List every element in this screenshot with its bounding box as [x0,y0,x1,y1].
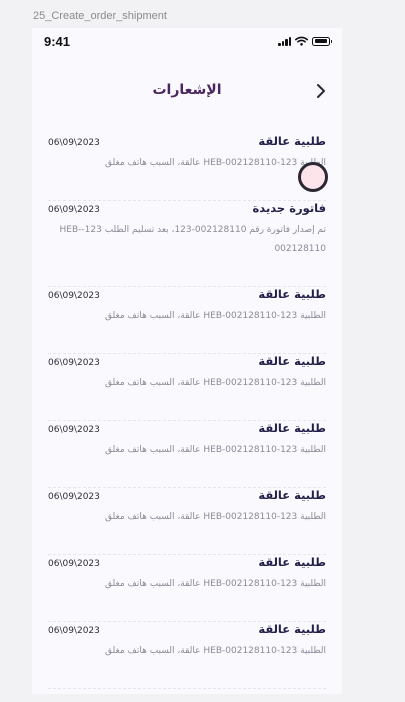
notification-head: طلبية عالقة 06\09\2023 [48,134,326,148]
notification-date: 06\09\2023 [48,358,100,368]
battery-icon [312,36,332,46]
notification-body: الطلبية 123-HEB-002128110 عالقة، السبب ه… [105,512,326,522]
notification-body: الطلبية 123-HEB-002128110 عالقة، السبب ه… [105,378,326,388]
notification-date: 06\09\2023 [48,559,100,569]
notification-title: طلبية عالقة [258,488,326,502]
notification-body: تم إصدار فاتورة رقم 002128110-123، بعد ت… [59,225,326,254]
notification-head: طلبية عالقة 06\09\2023 [48,354,326,368]
phone-screen: 9:41 الإشعارات طلبية عالقة 06\09\2023 الطل… [32,28,342,694]
notification-body: الطلبية 123-HEB-002128110 عالقة، السبب ه… [105,646,326,656]
notification-item[interactable]: فاتورة جديدة 06\09\2023 تم إصدار فاتورة رق… [48,201,326,287]
header: الإشعارات [32,74,342,108]
notification-date: 06\09\2023 [48,138,100,148]
notification-head: طلبية عالقة 06\09\2023 [48,488,326,502]
notification-title: طلبية عالقة [258,134,326,148]
notification-date: 06\09\2023 [48,492,100,502]
signal-icon [278,36,291,46]
notification-item[interactable]: طلبية عالقة 06\09\2023 الطلبية 123-HEB-002… [48,555,326,622]
floating-action-button[interactable] [298,162,328,192]
notification-body: الطلبية 123-HEB-002128110 عالقة، السبب ه… [105,158,326,168]
notification-date: 06\09\2023 [48,425,100,435]
notification-title: طلبية عالقة [258,421,326,435]
notification-item[interactable]: طلبية عالقة 06\09\2023 الطلبية 123-HEB-002… [48,488,326,555]
notification-title: طلبية عالقة [258,354,326,368]
notification-item[interactable]: طلبية عالقة 06\09\2023 الطلبية 123-HEB-002… [48,134,326,201]
notification-title: طلبية عالقة [258,622,326,636]
notification-head: طلبية عالقة 06\09\2023 [48,287,326,301]
notification-head: طلبية عالقة 06\09\2023 [48,421,326,435]
wifi-icon [295,36,308,46]
status-icons [278,36,332,46]
notification-body: الطلبية 123-HEB-002128110 عالقة، السبب ه… [105,445,326,455]
notification-item[interactable]: طلبية عالقة 06\09\2023 الطلبية 123-HEB-002… [48,354,326,421]
status-bar: 9:41 [32,28,342,54]
notification-item[interactable]: طلبية عالقة 06\09\2023 الطلبية 123-HEB-002… [48,287,326,354]
chevron-icon [317,84,325,98]
notification-date: 06\09\2023 [48,205,100,215]
status-time: 9:41 [44,34,71,49]
notification-body: الطلبية 123-HEB-002128110 عالقة، السبب ه… [105,311,326,321]
notification-date: 06\09\2023 [48,291,100,301]
notification-title: طلبية عالقة [258,555,326,569]
notification-list: طلبية عالقة 06\09\2023 الطلبية 123-HEB-002… [48,134,326,689]
notification-title: فاتورة جديدة [252,201,326,215]
frame-label: 25_Create_order_shipment [33,10,167,22]
notification-title: طلبية عالقة [258,287,326,301]
notification-item[interactable]: طلبية عالقة 06\09\2023 الطلبية 123-HEB-002… [48,421,326,488]
notification-item[interactable]: طلبية عالقة 06\09\2023 الطلبية 123-HEB-002… [48,622,326,689]
notification-head: فاتورة جديدة 06\09\2023 [48,201,326,215]
back-button[interactable] [312,80,330,102]
notification-head: طلبية عالقة 06\09\2023 [48,622,326,636]
notification-body: الطلبية 123-HEB-002128110 عالقة، السبب ه… [105,579,326,589]
page-title: الإشعارات [152,82,222,98]
notification-head: طلبية عالقة 06\09\2023 [48,555,326,569]
notification-date: 06\09\2023 [48,626,100,636]
